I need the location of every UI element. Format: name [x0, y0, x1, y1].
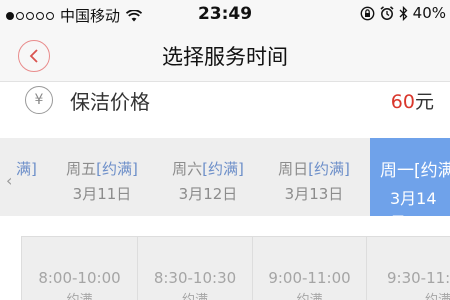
time-slot-range: 9:30-11:3: [387, 269, 450, 287]
time-slot-status: 约满: [253, 289, 366, 300]
price-unit: 元: [414, 91, 434, 113]
price-amount: 60: [390, 91, 415, 113]
battery-percent: 40%: [412, 4, 446, 22]
date-tab-tag: [约满]: [96, 160, 138, 178]
date-tab-tag: [约满]: [308, 160, 350, 178]
date-tab-sun[interactable]: 周日[约满] 3月13日: [264, 138, 364, 216]
bluetooth-icon: [399, 5, 408, 21]
date-tab-day: 周一: [380, 161, 414, 181]
date-tab-tag: [约满]: [202, 160, 244, 178]
navigation-bar: 选择服务时间: [0, 28, 450, 82]
price-label: 保洁价格: [70, 90, 150, 114]
time-slot-status: 约满: [387, 289, 450, 300]
date-tab-mon-selected[interactable]: 周一[约满 3月14日: [370, 138, 450, 216]
date-tab-partial-tag: 满]: [16, 160, 37, 178]
price-value: 60元: [391, 87, 434, 114]
time-slot[interactable]: 9:00-11:00 约满: [252, 237, 366, 300]
date-tab-partial[interactable]: 满]: [0, 138, 38, 216]
time-slot-range: 9:00-11:00: [268, 269, 351, 287]
date-tab-day: 周日: [278, 160, 309, 178]
time-slot-status: 约满: [138, 289, 252, 300]
date-tab-day: 周五: [66, 160, 97, 178]
date-tab-fri[interactable]: 周五[约满] 3月11日: [52, 138, 152, 216]
date-tab-date: 3月12日: [178, 185, 238, 203]
date-tab-sat[interactable]: 周六[约满] 3月12日: [158, 138, 258, 216]
status-right: 40%: [360, 4, 446, 22]
time-slot-section: 8:00-10:00 约满 8:30-10:30 约满 9:00-11:00 约…: [0, 216, 450, 300]
date-tab-tag: [约满: [414, 161, 450, 181]
time-slot-range: 8:30-10:30: [153, 269, 237, 287]
yen-icon: ¥: [25, 86, 53, 114]
rotation-lock-icon: [360, 6, 375, 20]
alarm-icon: [380, 5, 394, 20]
section-gap: [0, 117, 450, 138]
date-selector: ‹ 满] 周五[约满] 3月11日 周六[约满] 3月12日 周日[约满] 3月…: [0, 138, 450, 216]
time-slot-status: 约满: [22, 289, 137, 300]
time-slot[interactable]: 8:00-10:00 约满: [22, 237, 137, 300]
date-tab-date: 3月11日: [72, 185, 132, 203]
time-slot[interactable]: 8:30-10:30 约满: [137, 237, 252, 300]
time-slot-range: 8:00-10:00: [38, 269, 121, 287]
time-slot[interactable]: 9:30-11:3 约满: [366, 237, 450, 300]
page-title: 选择服务时间: [162, 45, 288, 69]
price-row: ¥ 保洁价格 60元: [0, 83, 450, 117]
status-bar: 中国移动 23:49 40%: [0, 0, 450, 28]
date-tab-day: 周六: [172, 160, 203, 178]
date-tab-date: 3月13日: [284, 185, 344, 203]
date-tab-date: 3月14日: [390, 189, 437, 216]
time-slot-grid: 8:00-10:00 约满 8:30-10:30 约满 9:00-11:00 约…: [21, 236, 450, 300]
